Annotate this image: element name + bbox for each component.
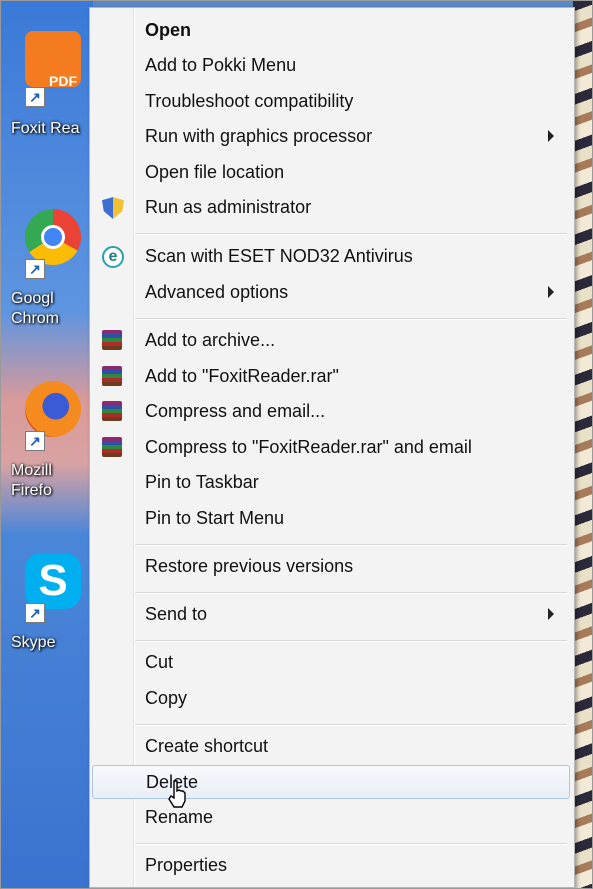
shortcut-arrow-icon: ↗ (25, 603, 45, 623)
menu-item-label: Add to "FoxitReader.rar" (145, 366, 339, 386)
desktop-icon-label: Skype (11, 634, 56, 651)
desktop-icon-label: Googl Chrom (11, 290, 60, 327)
menu-item-troubleshoot[interactable]: Troubleshoot compatibility (92, 85, 570, 119)
menu-item-label: Compress to "FoxitReader.rar" and email (145, 437, 472, 457)
menu-item-add-to-rar[interactable]: Add to "FoxitReader.rar" (92, 360, 570, 394)
foxit-pdf-icon: PDF (25, 31, 81, 89)
menu-separator (135, 592, 567, 594)
shortcut-arrow-icon: ↗ (25, 431, 45, 451)
shortcut-arrow-icon: ↗ (25, 259, 45, 279)
menu-item-label: Cut (145, 652, 174, 672)
menu-item-label: Run with graphics processor (145, 126, 373, 146)
menu-item-add-to-archive[interactable]: Add to archive... (92, 324, 570, 358)
desktop-icon-label: Mozill Firefo (11, 462, 52, 499)
desktop-wallpaper-strip (573, 1, 592, 888)
hand-pointer-cursor-icon (168, 780, 186, 808)
menu-item-restore-versions[interactable]: Restore previous versions (92, 550, 570, 584)
menu-item-label: Pin to Taskbar (145, 472, 259, 492)
menu-separator (135, 843, 567, 845)
menu-item-pin-to-start[interactable]: Pin to Start Menu (92, 502, 570, 536)
menu-item-pin-to-taskbar[interactable]: Pin to Taskbar (92, 466, 570, 500)
desktop-icon-firefox[interactable]: ↗ Mozill Firefo (11, 381, 91, 511)
menu-item-label: Open (145, 20, 192, 40)
menu-item-label: Scan with ESET NOD32 Antivirus (145, 246, 413, 266)
menu-item-label: Copy (145, 688, 188, 708)
desktop-icon-skype[interactable]: S ↗ Skype (11, 553, 91, 663)
desktop-icon-label: Foxit Rea (11, 120, 80, 137)
submenu-arrow-icon (548, 608, 554, 620)
menu-item-compress-to-rar-email[interactable]: Compress to "FoxitReader.rar" and email (92, 431, 570, 465)
menu-item-label: Rename (145, 807, 214, 827)
menu-item-label: Compress and email... (145, 401, 326, 421)
menu-item-advanced-options[interactable]: Advanced options (92, 276, 570, 310)
submenu-arrow-icon (548, 286, 554, 298)
menu-separator (135, 544, 567, 546)
menu-item-label: Pin to Start Menu (145, 508, 285, 528)
menu-item-compress-email[interactable]: Compress and email... (92, 395, 570, 429)
menu-item-create-shortcut[interactable]: Create shortcut (92, 730, 570, 764)
winrar-icon (102, 366, 122, 386)
menu-item-run-with-gpu[interactable]: Run with graphics processor (92, 120, 570, 154)
menu-item-label: Troubleshoot compatibility (145, 91, 354, 111)
menu-item-label: Properties (145, 855, 228, 875)
menu-separator (135, 724, 567, 726)
desktop-icon-chrome[interactable]: ↗ Googl Chrom (11, 209, 91, 339)
eset-icon: e (102, 246, 124, 268)
menu-item-rename[interactable]: Rename (92, 801, 570, 835)
menu-item-send-to[interactable]: Send to (92, 598, 570, 632)
chrome-icon (25, 209, 81, 265)
menu-item-open-file-location[interactable]: Open file location (92, 156, 570, 190)
menu-item-label: Restore previous versions (145, 556, 354, 576)
winrar-icon (102, 330, 122, 350)
menu-item-label: Advanced options (145, 282, 289, 302)
firefox-icon (25, 381, 81, 437)
menu-item-label: Add to Pokki Menu (145, 55, 297, 75)
menu-item-label: Open file location (145, 162, 285, 182)
winrar-icon (102, 401, 122, 421)
screenshot-frame: PDF ↗ Foxit Rea ↗ Googl Chrom ↗ Mozill F… (0, 0, 593, 889)
submenu-arrow-icon (548, 130, 554, 142)
menu-item-cut[interactable]: Cut (92, 646, 570, 680)
menu-separator (135, 233, 567, 235)
desktop-icon-foxit[interactable]: PDF ↗ Foxit Rea (11, 31, 91, 141)
menu-item-label: Create shortcut (145, 736, 269, 756)
menu-separator (135, 640, 567, 642)
uac-shield-icon (102, 197, 124, 219)
context-menu: Open Add to Pokki Menu Troubleshoot comp… (89, 7, 575, 888)
menu-item-copy[interactable]: Copy (92, 682, 570, 716)
menu-item-label: Send to (145, 604, 208, 624)
skype-icon: S (25, 553, 81, 609)
menu-item-label: Add to archive... (145, 330, 276, 350)
menu-item-properties[interactable]: Properties (92, 849, 570, 883)
menu-item-open[interactable]: Open (92, 14, 570, 48)
menu-item-scan-eset[interactable]: e Scan with ESET NOD32 Antivirus (92, 240, 570, 274)
menu-item-run-as-admin[interactable]: Run as administrator (92, 191, 570, 225)
shortcut-arrow-icon: ↗ (25, 87, 45, 107)
winrar-icon (102, 437, 122, 457)
menu-item-add-to-pokki[interactable]: Add to Pokki Menu (92, 49, 570, 83)
menu-item-label: Run as administrator (145, 197, 312, 217)
menu-item-delete[interactable]: Delete (92, 765, 570, 799)
menu-separator (135, 318, 567, 320)
